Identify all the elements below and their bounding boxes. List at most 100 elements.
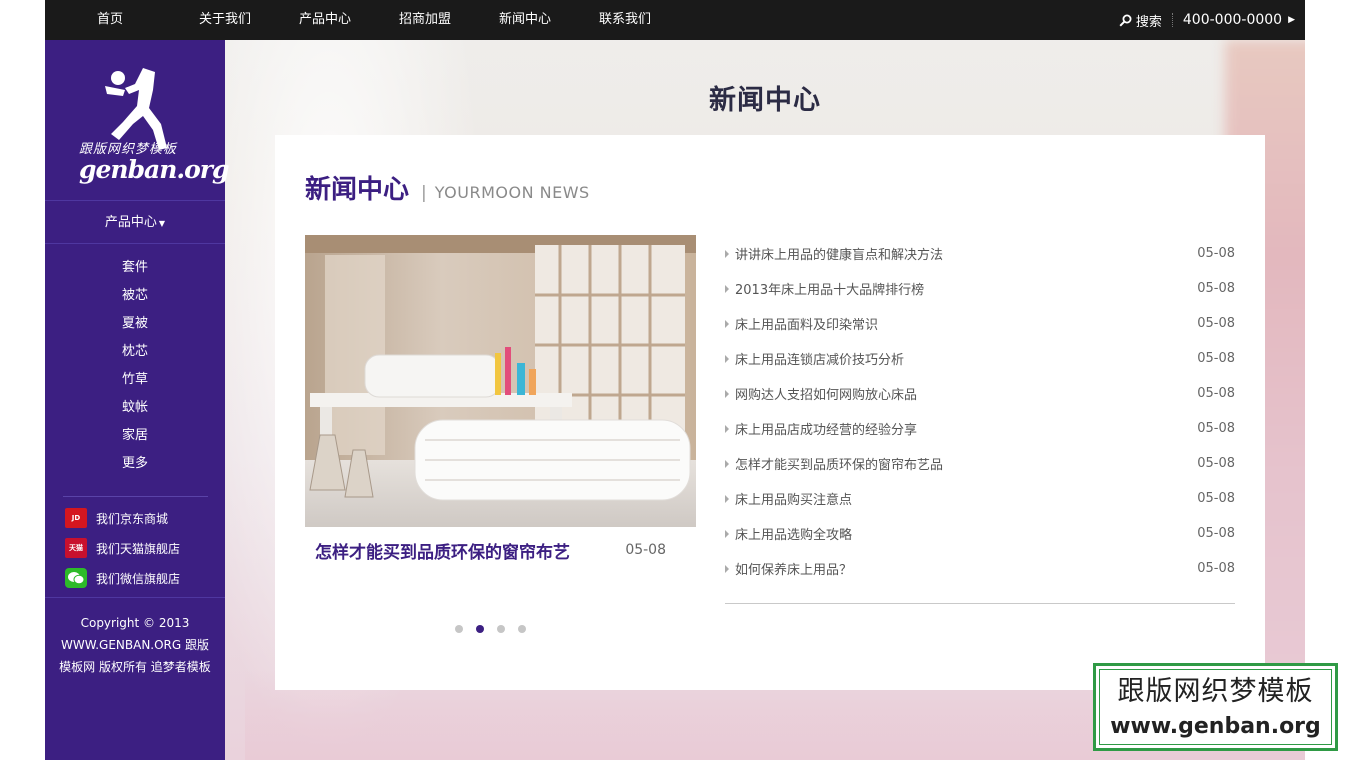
category-item[interactable]: 枕芯 bbox=[45, 338, 225, 366]
shop-divider bbox=[63, 496, 208, 497]
section-title-cn: 新闻中心 bbox=[305, 175, 410, 205]
bullet-triangle-icon bbox=[725, 319, 729, 328]
news-date: 05-08 bbox=[1197, 421, 1235, 436]
shop-link-jd[interactable]: JD 我们京东商城 bbox=[45, 503, 225, 533]
bullet-triangle-icon bbox=[725, 564, 729, 573]
top-navigation-bar: 首页 关于我们 产品中心 招商加盟 新闻中心 联系我们 搜索 400-000-0… bbox=[45, 0, 1305, 40]
news-title: 床上用品面料及印染常识 bbox=[735, 318, 879, 333]
news-list: 讲讲床上用品的健康盲点和解决方法 05-08 2013年床上用品十大品牌排行榜 05… bbox=[725, 236, 1235, 604]
slider-pagination bbox=[455, 625, 526, 633]
featured-news-caption: 怎样才能买到品质环保的窗帘布艺 05-08 bbox=[305, 527, 696, 573]
jd-icon: JD bbox=[65, 508, 87, 528]
slider-dot-active[interactable] bbox=[476, 625, 484, 633]
search-icon bbox=[1119, 14, 1132, 27]
news-item[interactable]: 网购达人支招如何网购放心床品 05-08 bbox=[725, 376, 1235, 411]
search-button[interactable]: 搜索 bbox=[1119, 11, 1162, 30]
page-title: 新闻中心 bbox=[709, 85, 821, 116]
news-title: 如何保养床上用品？ bbox=[735, 563, 853, 578]
news-date: 05-08 bbox=[1197, 491, 1235, 506]
section-title: 新闻中心 | YOURMOON NEWS bbox=[305, 169, 590, 206]
watermark-inner: 跟版网织梦模板 www.genban.org bbox=[1099, 669, 1332, 745]
featured-news-date: 05-08 bbox=[625, 542, 666, 558]
nav-item-home[interactable]: 首页 bbox=[45, 0, 175, 40]
sidebar-heading-products[interactable]: 产品中心 ▼ bbox=[45, 202, 225, 244]
site-logo[interactable]: 跟版网织梦模板 genban.org bbox=[45, 40, 229, 200]
news-item[interactable]: 如何保养床上用品？ 05-08 bbox=[725, 551, 1235, 586]
slider-dot[interactable] bbox=[497, 625, 505, 633]
caret-right-icon[interactable]: ▶ bbox=[1288, 15, 1295, 25]
category-item[interactable]: 被芯 bbox=[45, 282, 225, 310]
news-item[interactable]: 床上用品店成功经营的经验分享 05-08 bbox=[725, 411, 1235, 446]
news-title: 床上用品连锁店减价技巧分析 bbox=[735, 353, 905, 368]
sidebar-divider bbox=[45, 597, 225, 598]
category-item[interactable]: 套件 bbox=[45, 254, 225, 282]
news-panel: 新闻中心 | YOURMOON NEWS 怎样才能买到品质环保的窗帘布艺 05-… bbox=[275, 135, 1265, 690]
news-date: 05-08 bbox=[1197, 281, 1235, 296]
category-list: 套件 被芯 夏被 枕芯 竹草 蚊帐 家居 更多 bbox=[45, 254, 225, 478]
featured-news-title[interactable]: 怎样才能买到品质环保的窗帘布艺 bbox=[315, 538, 570, 563]
main-nav: 首页 关于我们 产品中心 招商加盟 新闻中心 联系我们 bbox=[45, 0, 675, 40]
hotline-number: 400-000-0000 bbox=[1182, 12, 1283, 28]
category-item[interactable]: 夏被 bbox=[45, 310, 225, 338]
nav-item-news[interactable]: 新闻中心 bbox=[475, 0, 575, 40]
news-item[interactable]: 讲讲床上用品的健康盲点和解决方法 05-08 bbox=[725, 236, 1235, 271]
bullet-triangle-icon bbox=[725, 249, 729, 258]
bullet-triangle-icon bbox=[725, 354, 729, 363]
shop-link-label: 我们京东商城 bbox=[96, 511, 169, 526]
category-item[interactable]: 蚊帐 bbox=[45, 394, 225, 422]
category-item[interactable]: 更多 bbox=[45, 450, 225, 478]
shop-link-label: 我们天猫旗舰店 bbox=[96, 541, 181, 556]
news-title: 床上用品选购全攻略 bbox=[735, 528, 853, 543]
caret-down-icon: ▼ bbox=[158, 219, 166, 228]
shop-link-label: 我们微信旗舰店 bbox=[96, 571, 181, 586]
news-title: 讲讲床上用品的健康盲点和解决方法 bbox=[735, 248, 944, 263]
nav-item-contact[interactable]: 联系我们 bbox=[575, 0, 675, 40]
news-date: 05-08 bbox=[1197, 386, 1235, 401]
news-item[interactable]: 床上用品面料及印染常识 05-08 bbox=[725, 306, 1235, 341]
watermark-text-cn: 跟版网织梦模板 bbox=[1117, 676, 1314, 707]
bullet-triangle-icon bbox=[725, 284, 729, 293]
bullet-triangle-icon bbox=[725, 389, 729, 398]
bullet-triangle-icon bbox=[725, 529, 729, 538]
shop-links: JD 我们京东商城 天猫 我们天猫旗舰店 我们微信旗舰店 bbox=[45, 496, 225, 593]
news-title: 怎样才能买到品质环保的窗帘布艺品 bbox=[735, 458, 944, 473]
sidebar-divider bbox=[45, 200, 225, 201]
top-right-tools: 搜索 400-000-0000 ▶ bbox=[1119, 0, 1295, 40]
slider-dot[interactable] bbox=[455, 625, 463, 633]
section-title-separator: | bbox=[421, 183, 427, 203]
shop-link-tmall[interactable]: 天猫 我们天猫旗舰店 bbox=[45, 533, 225, 563]
category-item[interactable]: 家居 bbox=[45, 422, 225, 450]
bedroom-photo bbox=[305, 235, 696, 527]
category-item[interactable]: 竹草 bbox=[45, 366, 225, 394]
tmall-icon: 天猫 bbox=[65, 538, 87, 558]
news-title: 床上用品购买注意点 bbox=[735, 493, 853, 508]
news-item[interactable]: 床上用品选购全攻略 05-08 bbox=[725, 516, 1235, 551]
shop-link-wechat[interactable]: 我们微信旗舰店 bbox=[45, 563, 225, 593]
bullet-triangle-icon bbox=[725, 424, 729, 433]
news-item[interactable]: 床上用品连锁店减价技巧分析 05-08 bbox=[725, 341, 1235, 376]
nav-item-products[interactable]: 产品中心 bbox=[275, 0, 375, 40]
bullet-triangle-icon bbox=[725, 459, 729, 468]
news-item[interactable]: 怎样才能买到品质环保的窗帘布艺品 05-08 bbox=[725, 446, 1235, 481]
section-title-en: YOURMOON NEWS bbox=[434, 183, 590, 202]
news-date: 05-08 bbox=[1197, 351, 1235, 366]
nav-item-franchise[interactable]: 招商加盟 bbox=[375, 0, 475, 40]
news-item[interactable]: 床上用品购买注意点 05-08 bbox=[725, 481, 1235, 516]
sidebar: 跟版网织梦模板 genban.org 产品中心 ▼ 套件 被芯 夏被 枕芯 竹草 … bbox=[45, 40, 229, 760]
nav-item-about[interactable]: 关于我们 bbox=[175, 0, 275, 40]
search-label: 搜索 bbox=[1135, 14, 1162, 30]
sidebar-divider bbox=[45, 243, 225, 244]
news-title: 网购达人支招如何网购放心床品 bbox=[735, 388, 918, 403]
news-item[interactable]: 2013年床上用品十大品牌排行榜 05-08 bbox=[725, 271, 1235, 306]
news-date: 05-08 bbox=[1197, 316, 1235, 331]
featured-news-image[interactable] bbox=[305, 235, 696, 527]
news-date: 05-08 bbox=[1197, 561, 1235, 576]
watermark-text-en: www.genban.org bbox=[1110, 714, 1321, 739]
news-date: 05-08 bbox=[1197, 456, 1235, 471]
news-title: 2013年床上用品十大品牌排行榜 bbox=[735, 283, 925, 298]
logo-text-en: genban.org bbox=[79, 155, 229, 184]
slider-dot[interactable] bbox=[518, 625, 526, 633]
bullet-triangle-icon bbox=[725, 494, 729, 503]
news-title: 床上用品店成功经营的经验分享 bbox=[735, 423, 918, 438]
copyright-text: Copyright © 2013 WWW.GENBAN.ORG 跟版模板网 版权… bbox=[59, 616, 211, 674]
